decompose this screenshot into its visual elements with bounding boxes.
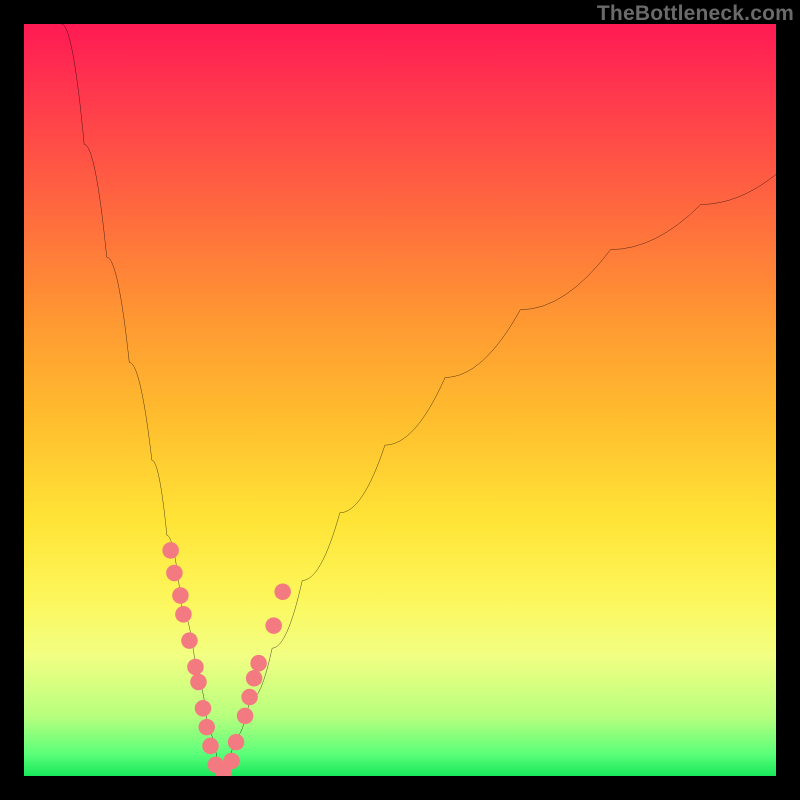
- right-arm-curve: [220, 174, 776, 776]
- scatter-dot: [175, 606, 192, 623]
- scatter-dot: [162, 542, 179, 559]
- scatter-dot: [166, 565, 183, 582]
- scatter-dot: [223, 753, 240, 770]
- scatter-dot: [250, 655, 267, 672]
- scatter-dot: [265, 617, 282, 634]
- scatter-dot: [187, 659, 204, 676]
- scatter-dot: [274, 583, 291, 600]
- scatter-dot: [195, 700, 212, 717]
- dots-group: [162, 542, 291, 776]
- chart-svg: [24, 24, 776, 776]
- plot-area: [24, 24, 776, 776]
- scatter-dot: [172, 587, 189, 604]
- scatter-dot: [237, 708, 254, 725]
- curve-group: [62, 24, 776, 776]
- watermark-label: TheBottleneck.com: [597, 2, 794, 26]
- scatter-dot: [181, 632, 198, 649]
- scatter-dot: [202, 738, 219, 755]
- chart-frame: TheBottleneck.com: [0, 0, 800, 800]
- scatter-dot: [198, 719, 215, 736]
- scatter-dot: [241, 689, 258, 706]
- scatter-dot: [228, 734, 245, 751]
- scatter-dot: [190, 674, 207, 691]
- scatter-dot: [246, 670, 263, 687]
